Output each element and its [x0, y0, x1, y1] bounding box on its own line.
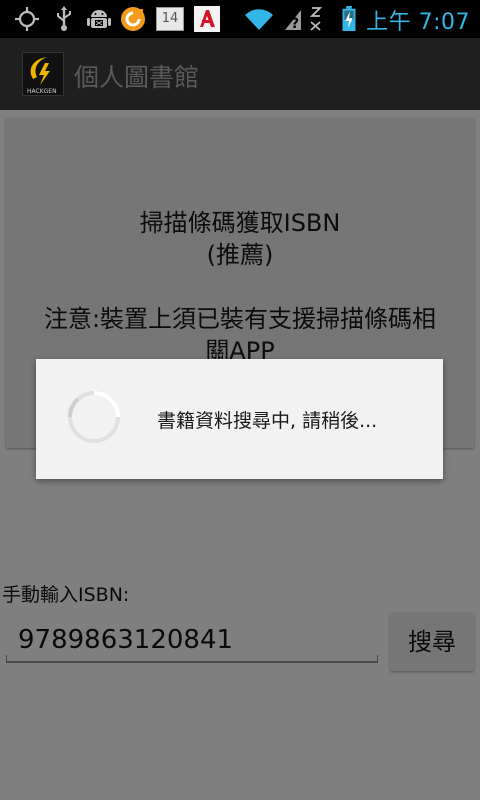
scan-button-title: 掃描條碼獲取ISBN: [139, 209, 341, 237]
usb-icon: [57, 6, 71, 31]
logo-text: HACKGEN: [27, 88, 57, 95]
search-button[interactable]: 搜尋: [390, 613, 474, 671]
isbn-input[interactable]: 9789863120841: [6, 612, 378, 664]
signal-unknown-icon: ?: [285, 10, 301, 32]
isbn-input-underline-left: [6, 655, 7, 663]
clock: 上午 7:07: [366, 10, 470, 35]
manual-isbn-label: 手動輸入ISBN:: [2, 584, 130, 606]
calendar-day: 14: [161, 11, 179, 26]
loading-spinner-icon: [67, 391, 120, 443]
android-debug-icon: [87, 10, 111, 28]
app-title: 個人圖書館: [74, 63, 200, 92]
lightning-logo-icon: HACKGEN: [27, 57, 57, 95]
status-bar: 14 ? 上午 7:07: [0, 0, 480, 38]
svg-text:?: ?: [291, 16, 299, 32]
app-notification-icon: [194, 6, 220, 32]
progress-dialog: 書籍資料搜尋中, 請稍後...: [36, 359, 443, 479]
app-logo[interactable]: HACKGEN: [22, 52, 64, 96]
battery-charging-icon: [342, 6, 356, 32]
isbn-input-underline-right: [377, 655, 378, 663]
gps-icon: [15, 7, 39, 31]
wifi-icon: [245, 9, 273, 31]
data-off-icon: [309, 7, 323, 31]
scan-button-note: 注意:裝置上須已裝有支援掃描條碼相: [43, 305, 437, 333]
dialog-message: 書籍資料搜尋中, 請稍後...: [157, 410, 378, 432]
action-bar: HACKGEN 個人圖書館: [0, 38, 480, 110]
scan-button-recommend: (推薦): [206, 241, 274, 269]
isbn-input-underline: [6, 661, 378, 663]
calendar-icon: 14: [156, 7, 184, 31]
sync-icon: [121, 7, 145, 31]
